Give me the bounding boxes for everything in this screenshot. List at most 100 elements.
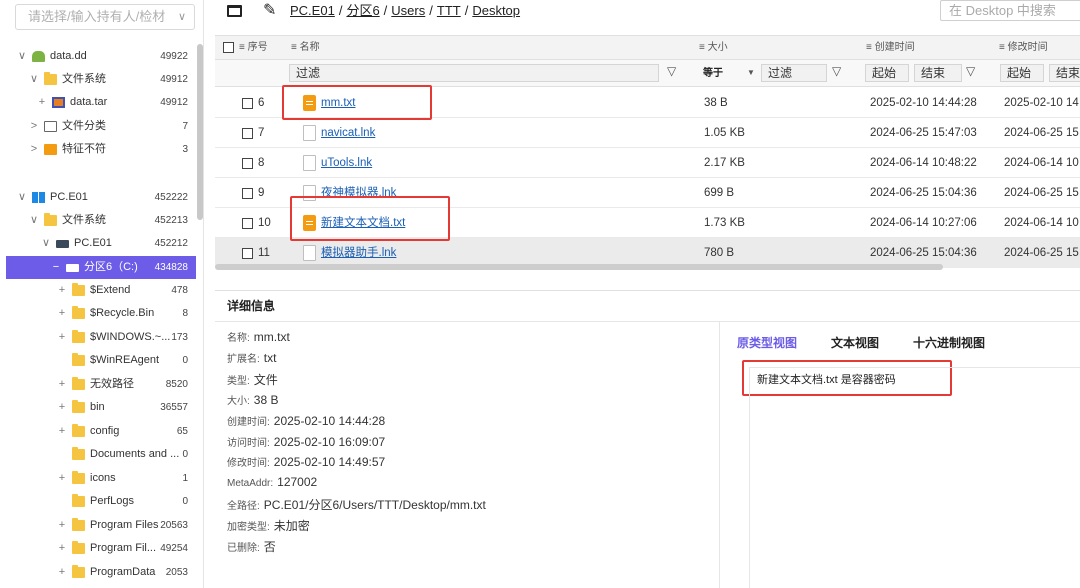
name-filter-input[interactable]: 过滤	[289, 64, 659, 82]
file-size: 38 B	[704, 97, 728, 109]
file-size: 699 B	[704, 187, 735, 199]
tree-item[interactable]: + bin 36557	[6, 396, 196, 419]
expand-toggle-icon[interactable]: +	[56, 302, 68, 325]
expand-toggle-icon[interactable]: ∨	[40, 232, 52, 255]
tab-text-view[interactable]: 文本视图	[831, 334, 879, 351]
filter-icon[interactable]: ▽	[966, 64, 975, 78]
table-row[interactable]: 7 navicat.lnk 1.05 KB 2024-06-25 15:47:03 20…	[215, 118, 1080, 148]
tree-scrollbar[interactable]	[197, 44, 203, 220]
expand-toggle-icon[interactable]: +	[56, 561, 68, 584]
tree-item[interactable]: ∨ data.dd 49922	[6, 45, 196, 68]
column-index[interactable]: ≡ 序号	[239, 36, 268, 60]
detail-value: 2025-02-10 16:09:07	[273, 434, 386, 449]
tree-item[interactable]: + Program Fil... 49254	[6, 537, 196, 560]
tab-raw-view[interactable]: 原类型视图	[737, 334, 797, 351]
grid-horizontal-scrollbar[interactable]	[215, 264, 943, 270]
expand-toggle-icon[interactable]: +	[56, 326, 68, 349]
tree-item[interactable]: − 分区6（C:) 434828	[6, 256, 196, 279]
expand-toggle-icon[interactable]: +	[56, 420, 68, 443]
tree-item[interactable]: ∨ PC.E01 452212	[6, 232, 196, 255]
expand-toggle-icon[interactable]: ∨	[16, 45, 28, 68]
expand-toggle-icon[interactable]: +	[56, 396, 68, 419]
tree-item[interactable]: + data.tar 49912	[6, 91, 196, 114]
tree-item[interactable]: $WinREAgent 0	[6, 349, 196, 372]
modified-end-input[interactable]: 结束	[1049, 64, 1080, 82]
tree-item[interactable]: + $WINDOWS.~... 173	[6, 326, 196, 349]
expand-toggle-icon[interactable]: −	[50, 256, 62, 279]
column-name[interactable]: ≡ 名称	[291, 36, 320, 60]
expand-toggle-icon[interactable]: ∨	[16, 186, 28, 209]
breadcrumb-item[interactable]: Desktop	[472, 3, 520, 18]
tree-item[interactable]: > 文件分类 7	[6, 115, 196, 138]
size-filter-input[interactable]: 过滤	[761, 64, 827, 82]
expand-toggle-icon[interactable]: +	[56, 537, 68, 560]
expand-toggle-icon[interactable]: >	[28, 115, 40, 138]
tree-item[interactable]: ∨ 文件系统 49912	[6, 68, 196, 91]
tree-item[interactable]: + $Extend 478	[6, 279, 196, 302]
search-input[interactable]: 在 Desktop 中搜索	[940, 0, 1080, 21]
created-start-input[interactable]: 起始	[865, 64, 909, 82]
column-modified[interactable]: ≡ 修改时间	[999, 36, 1048, 60]
expand-toggle-icon[interactable]: +	[56, 373, 68, 396]
shortcut-file-icon	[303, 185, 316, 201]
table-row[interactable]: 8 uTools.lnk 2.17 KB 2024-06-14 10:48:22 202…	[215, 148, 1080, 178]
tree-item[interactable]: ∨ 文件系统 452213	[6, 209, 196, 232]
row-checkbox[interactable]	[242, 158, 253, 169]
breadcrumb-item[interactable]: PC.E01	[290, 3, 335, 18]
select-all-checkbox[interactable]	[223, 42, 234, 53]
tab-hex-view[interactable]: 十六进制视图	[913, 334, 985, 351]
expand-toggle-icon[interactable]: ∨	[28, 209, 40, 232]
tree-item[interactable]: + $Recycle.Bin 8	[6, 302, 196, 325]
row-checkbox[interactable]	[242, 248, 253, 259]
created-end-input[interactable]: 结束	[914, 64, 962, 82]
table-row[interactable]: 6 mm.txt 38 B 2025-02-10 14:44:28 2025-02-10…	[215, 88, 1080, 118]
detail-label: 全路径:	[227, 501, 260, 513]
tree-item-label: 分区6（C:)	[84, 261, 138, 273]
filter-icon[interactable]: ▽	[832, 64, 841, 78]
expand-toggle-icon[interactable]: +	[56, 467, 68, 490]
column-size[interactable]: ≡ 大小	[699, 36, 728, 60]
table-row[interactable]: 9 夜神模拟器.lnk 699 B 2024-06-25 15:04:36 2024-0…	[215, 178, 1080, 208]
table-row[interactable]: 10 新建文本文档.txt 1.73 KB 2024-06-14 10:27:06 20…	[215, 208, 1080, 238]
folder-icon[interactable]	[227, 5, 242, 17]
owner-select[interactable]: 请选择/输入持有人/检材 ∨	[15, 4, 195, 30]
expand-toggle-icon[interactable]: +	[56, 279, 68, 302]
expand-toggle-icon[interactable]: ∨	[28, 68, 40, 91]
tree-item[interactable]: + Program Files 20563	[6, 514, 196, 537]
tree-item[interactable]: + icons 1	[6, 467, 196, 490]
tree-item-label: data.dd	[50, 50, 87, 62]
expand-toggle-icon[interactable]: >	[28, 138, 40, 161]
expand-toggle-icon[interactable]: +	[36, 91, 48, 114]
tree-item[interactable]: + config 65	[6, 420, 196, 443]
breadcrumb-item[interactable]: Users	[391, 3, 425, 18]
breadcrumb-item[interactable]: 分区6	[346, 3, 379, 18]
detail-label: 修改时间:	[227, 458, 270, 470]
tree-item[interactable]: + 无效路径 8520	[6, 373, 196, 396]
tree-item[interactable]: + ProgramData 2053	[6, 561, 196, 584]
tree-item[interactable]: PerfLogs 0	[6, 490, 196, 513]
tree-item[interactable]: ∨ PC.E01 452222	[6, 186, 196, 209]
modified-start-input[interactable]: 起始	[1000, 64, 1044, 82]
tree-item[interactable]: Documents and ... 0	[6, 443, 196, 466]
file-name-link[interactable]: uTools.lnk	[321, 148, 372, 178]
file-name-link[interactable]: mm.txt	[321, 88, 356, 118]
detail-property: 扩展名: txt	[227, 350, 276, 365]
breadcrumb-item[interactable]: TTT	[437, 3, 461, 18]
tree-item-count: 0	[182, 355, 188, 366]
row-checkbox[interactable]	[242, 218, 253, 229]
row-checkbox[interactable]	[242, 128, 253, 139]
tree-item-count: 2053	[165, 567, 188, 578]
row-index: 7	[258, 127, 265, 139]
file-name-link[interactable]: 新建文本文档.txt	[321, 208, 405, 238]
file-name-link[interactable]: 夜神模拟器.lnk	[321, 178, 396, 208]
edit-path-icon[interactable]: ✎	[263, 2, 276, 20]
row-checkbox[interactable]	[242, 188, 253, 199]
expand-toggle-icon[interactable]: +	[56, 514, 68, 537]
column-created[interactable]: ≡ 创建时间	[866, 36, 915, 60]
tree-item-label: 文件系统	[62, 214, 106, 226]
filter-icon[interactable]: ▽	[667, 64, 676, 78]
file-name-link[interactable]: navicat.lnk	[321, 118, 375, 148]
tree-item[interactable]: > 特征不符 3	[6, 138, 196, 161]
row-checkbox[interactable]	[242, 98, 253, 109]
size-operator-select[interactable]: 等于	[703, 64, 723, 79]
